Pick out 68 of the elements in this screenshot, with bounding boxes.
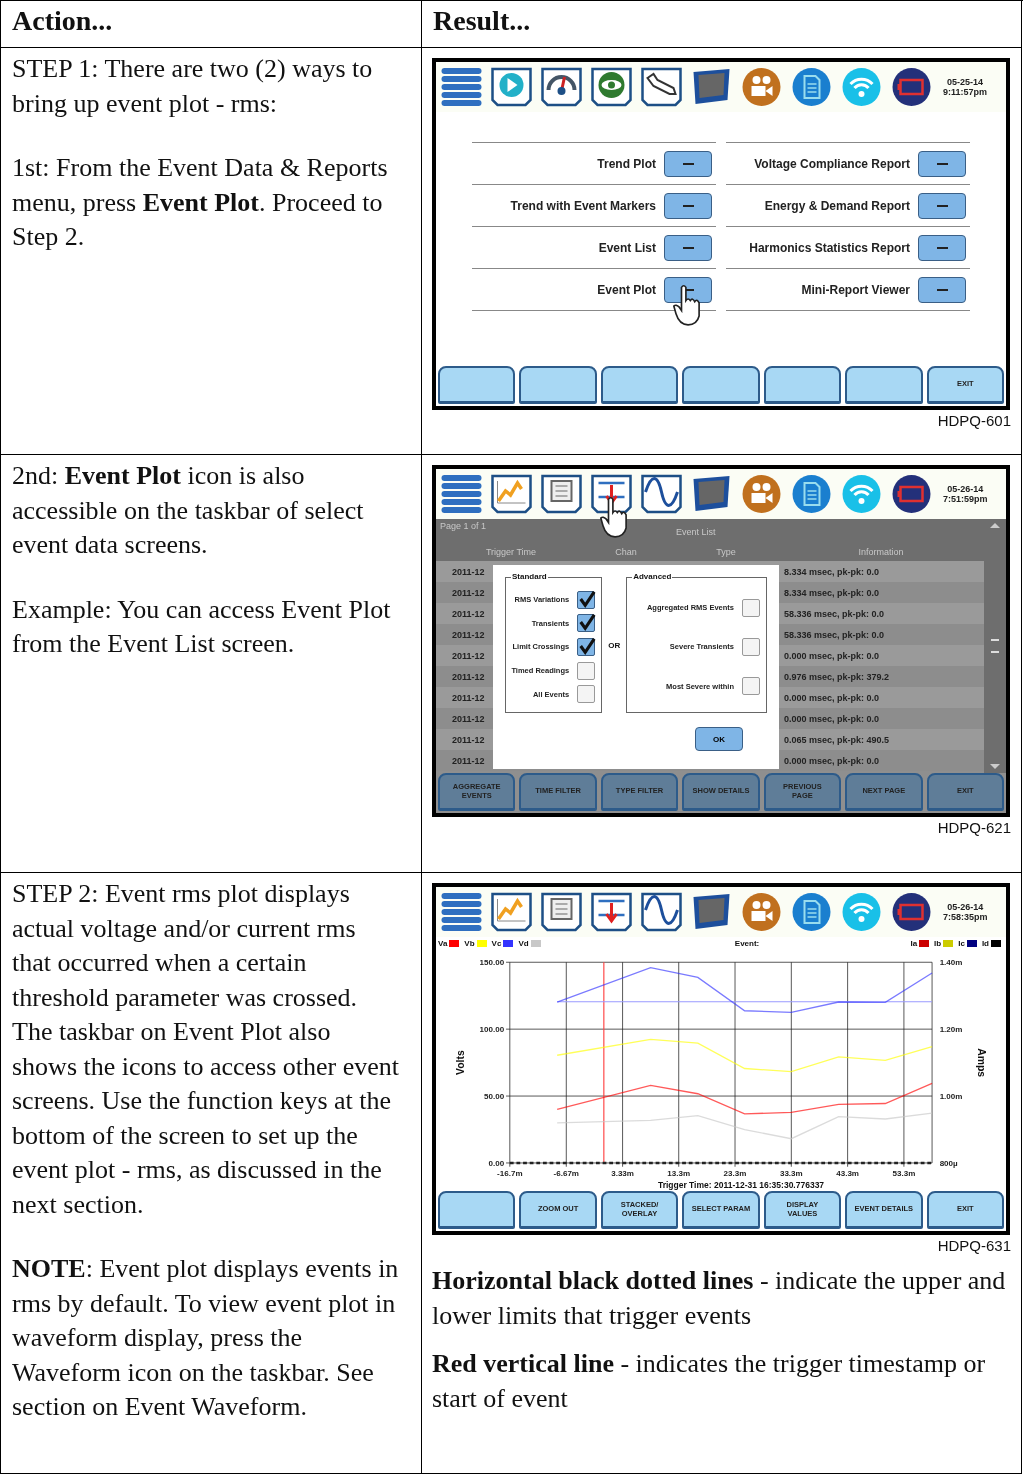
instruction-text: STEP 1: There are two (2) ways to bring up event plot - rms: bbox=[12, 53, 374, 120]
y-axis-label: Volts bbox=[455, 1050, 467, 1075]
information-cell-text: 0.065 msec, pk-pk: 490.5 bbox=[784, 734, 891, 745]
or-label: OR bbox=[608, 640, 621, 650]
trigger-time-cell-text: 2011-12 bbox=[451, 629, 485, 640]
information-cell-text: 0.976 msec, pk-pk: 379.2 bbox=[784, 671, 891, 682]
figure-caption: HDPQ-631 bbox=[937, 1237, 1011, 1254]
trigger-time-cell-text: 2011-12 bbox=[451, 587, 485, 598]
instruction-text: STEP 2: Event rms plot displays actual voltage and/or current rms that occurred when a certain threshold parameter was crossed. The taskbar on Event Plot also shows the icons to access other event screens. Use the function keys at the bottom of the screen to set up the event plot - rms, as discussed in the next section. bbox=[12, 878, 399, 1221]
time-text: 7:51:59pm bbox=[943, 494, 988, 504]
instruction-text: 1st: From the Event Data & Reports menu, press Event Plot. Proceed to Step 2. bbox=[12, 152, 389, 253]
legend-label: Ic bbox=[958, 938, 965, 948]
legend-label: Vd bbox=[518, 938, 529, 948]
legend-label: Vc bbox=[491, 938, 502, 948]
legend-label: Id bbox=[981, 938, 989, 948]
trigger-time-cell-text: 2011-12 bbox=[451, 713, 485, 724]
time-text: 9:11:57pm bbox=[943, 87, 988, 97]
trigger-time-cell-text: 2011-12 bbox=[451, 734, 485, 745]
menu-item-label: Voltage Compliance Report bbox=[754, 156, 910, 171]
trigger-time-cell-text: 2011-12 bbox=[451, 608, 485, 619]
trigger-time-cell-text: 2011-12 bbox=[451, 755, 485, 766]
instruction-text: Example: You can access Event Plot from the Event List screen. bbox=[12, 593, 392, 660]
trigger-time-cell-text: 2011-12 bbox=[451, 671, 485, 682]
menu-item-label: Mini-Report Viewer bbox=[801, 282, 910, 297]
legend-label: Ib bbox=[934, 938, 942, 948]
note-text: Horizontal black dotted lines - indicate the upper and lower limits that trigger events bbox=[432, 1265, 1007, 1332]
column-header: Information bbox=[857, 547, 905, 557]
menu-item-label: Event List bbox=[598, 240, 656, 255]
menu-item-label: Trend with Event Markers bbox=[510, 198, 656, 213]
information-cell-text: 0.000 msec, pk-pk: 0.0 bbox=[784, 713, 881, 724]
information-cell-text: 0.000 msec, pk-pk: 0.0 bbox=[784, 755, 881, 766]
trigger-time-cell-text: 2011-12 bbox=[451, 566, 485, 577]
note-text: Red vertical line - indicates the trigger timestamp or start of event bbox=[432, 1348, 987, 1415]
column-header: Trigger Time bbox=[484, 547, 538, 557]
menu-item-label: Harmonics Statistics Report bbox=[749, 240, 910, 255]
list-title: Event List bbox=[676, 527, 716, 537]
legend-label: Va bbox=[438, 938, 448, 948]
right-axis-label: Amps bbox=[975, 1048, 987, 1078]
information-cell-text: 58.336 msec, pk-pk: 0.0 bbox=[784, 608, 886, 619]
figure-caption: HDPQ-601 bbox=[937, 412, 1011, 429]
group-title: Standard bbox=[511, 572, 548, 581]
event-label: Event: bbox=[734, 938, 760, 948]
column-header: Type bbox=[715, 547, 737, 557]
menu-item-label: Event Plot bbox=[597, 282, 656, 297]
legend-label: Ia bbox=[910, 938, 918, 948]
trigger-time-cell-text: 2011-12 bbox=[451, 692, 485, 703]
menu-item-label: Trend Plot bbox=[597, 156, 656, 171]
legend-label: Vb bbox=[464, 938, 475, 948]
instruction-text: NOTE: Event plot displays events in rms by default. To view event plot in waveform display, press the Waveform icon on the taskbar. See section on Event Waveform. bbox=[12, 1253, 399, 1423]
column-header: Result... bbox=[433, 5, 531, 36]
date-text: 05-26-14 bbox=[947, 484, 984, 494]
information-cell-text: 8.334 msec, pk-pk: 0.0 bbox=[784, 587, 881, 598]
date-text: 05-25-14 bbox=[947, 77, 984, 87]
instruction-text: 2nd: Event Plot icon is also accessible on the taskbar of select event data screens. bbox=[12, 460, 365, 561]
date-text: 05-26-14 bbox=[947, 902, 984, 912]
page-indicator: Page 1 of 1 bbox=[440, 521, 487, 531]
figure-caption: HDPQ-621 bbox=[937, 819, 1011, 836]
information-cell-text: 0.000 msec, pk-pk: 0.0 bbox=[784, 650, 881, 661]
time-text: 7:58:35pm bbox=[943, 912, 988, 922]
information-cell-text: 0.000 msec, pk-pk: 0.0 bbox=[784, 692, 881, 703]
column-header: Action... bbox=[12, 5, 113, 36]
column-header: Chan bbox=[614, 547, 638, 557]
menu-item-label: Energy & Demand Report bbox=[764, 198, 910, 213]
trigger-time-text: Trigger Time: 2011-12-31 16:35:30.776337 bbox=[656, 1180, 826, 1190]
information-cell-text: 8.334 msec, pk-pk: 0.0 bbox=[784, 566, 881, 577]
trigger-time-cell-text: 2011-12 bbox=[451, 650, 485, 661]
group-title: Advanced bbox=[632, 572, 673, 581]
information-cell-text: 58.336 msec, pk-pk: 0.0 bbox=[784, 629, 886, 640]
